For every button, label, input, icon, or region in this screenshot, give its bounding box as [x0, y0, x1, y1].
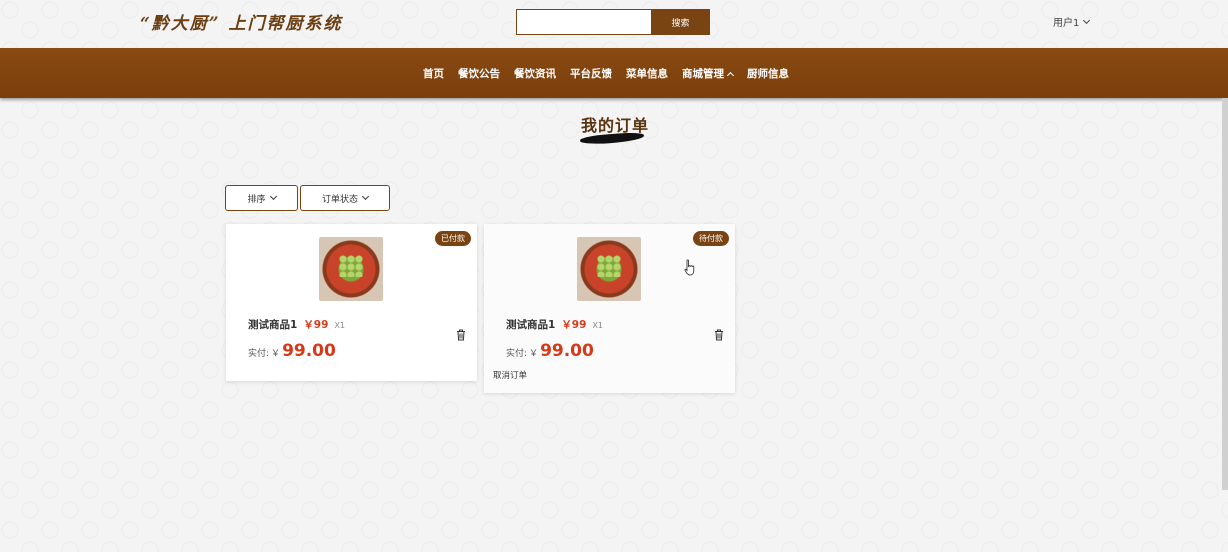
order-card[interactable]: 待付款 测试商品1 ￥99 X1 实付: ￥ 99.00 取消订单 [484, 224, 735, 393]
chevron-down-icon [1083, 16, 1091, 24]
nav-chef-info[interactable]: 厨师信息 [747, 66, 789, 81]
trash-icon[interactable] [714, 329, 724, 341]
search-input[interactable] [516, 9, 652, 35]
sort-dropdown[interactable]: 排序 [225, 185, 298, 211]
unit-price: ￥99 [561, 319, 587, 331]
product-image [577, 237, 641, 301]
search-button[interactable]: 搜索 [651, 9, 710, 35]
chevron-up-icon [726, 71, 735, 79]
order-card[interactable]: 已付款 测试商品1 ￥99 X1 实付: ￥ 99.00 [226, 224, 477, 381]
currency-symbol: ￥ [271, 349, 281, 359]
cancel-order-link[interactable]: 取消订单 [493, 369, 527, 381]
quantity: X1 [592, 321, 604, 330]
unit-price: ￥99 [303, 319, 329, 331]
nav-mall-label: 商城管理 [682, 68, 724, 80]
paid-label: 实付: [506, 349, 528, 359]
quantity: X1 [334, 321, 346, 330]
product-name: 测试商品1 [248, 319, 298, 331]
paid-label: 实付: [248, 349, 270, 359]
product-name: 测试商品1 [506, 319, 556, 331]
nav-news[interactable]: 餐饮资讯 [514, 66, 556, 81]
chevron-down-icon [269, 192, 277, 201]
site-title: “黔大厨” 上门帮厨系统 [140, 14, 343, 34]
chevron-down-icon [361, 192, 370, 201]
sort-label: 排序 [247, 194, 266, 205]
trash-icon[interactable] [456, 329, 466, 341]
scrollbar[interactable] [1222, 98, 1228, 490]
paid-amount: 99.00 [540, 341, 594, 361]
nav-announcements[interactable]: 餐饮公告 [458, 66, 500, 81]
nav-mall-management[interactable]: 商城管理 [682, 66, 735, 81]
user-label: 用户1 [1053, 18, 1080, 29]
order-status-label: 订单状态 [321, 194, 358, 205]
status-badge: 已付款 [435, 231, 471, 246]
nav-menu-info[interactable]: 菜单信息 [626, 66, 668, 81]
main-nav: 首页 餐饮公告 餐饮资讯 平台反馈 菜单信息 商城管理 厨师信息 [0, 48, 1228, 98]
nav-feedback[interactable]: 平台反馈 [570, 66, 612, 81]
status-badge: 待付款 [693, 231, 729, 246]
nav-home[interactable]: 首页 [423, 66, 444, 81]
page-title: 我的订单 [580, 116, 649, 135]
top-header: “黔大厨” 上门帮厨系统 搜索 用户1 [0, 0, 1228, 48]
paid-amount: 99.00 [282, 341, 336, 361]
user-menu[interactable]: 用户1 [1053, 14, 1091, 29]
product-image [319, 237, 383, 301]
pointer-cursor-icon [684, 259, 695, 276]
order-status-dropdown[interactable]: 订单状态 [300, 185, 390, 211]
currency-symbol: ￥ [529, 349, 539, 359]
